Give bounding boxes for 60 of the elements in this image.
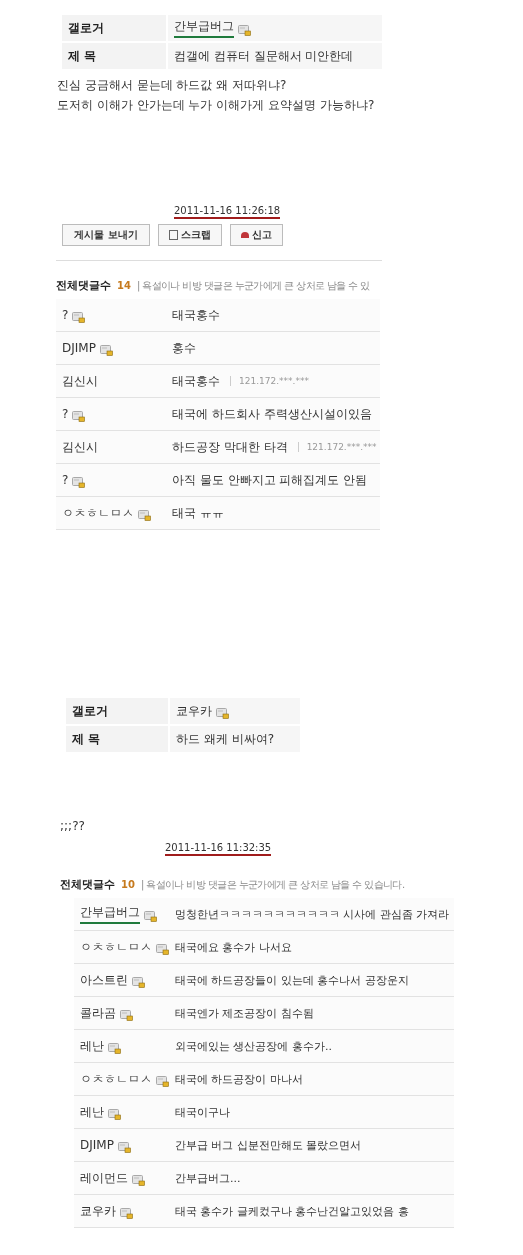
post-text: 도저히 이해가 안가는데 누가 이해가게 요약설명 가능하냐? [57,97,376,113]
comment-text: 외국에있는 생산공장에 홍수가.. [175,1038,332,1054]
post-date: 2011-11-16 11:32:35 [165,842,272,856]
comment-text: 간부급 버그 십분전만해도 몰랐으면서 [175,1137,362,1153]
comment-author: 레난 [80,1103,104,1121]
report-button[interactable]: 신고 [230,224,283,246]
field-value: 컴갤에 컴퓨터 질문해서 미안한데 [174,47,354,65]
alarm-icon [241,232,249,238]
comment-author: DJIMP [62,341,96,355]
field-label: 제 목 [66,726,168,752]
field-label: 갤로거 [66,698,168,724]
comment-author: 레이먼드 [80,1169,128,1187]
field-value: 하드 왜케 비싸여? [176,730,274,748]
comment-text: 태국엔가 제조공장이 침수됨 [175,1005,314,1021]
field-label: 갤로거 [62,15,166,41]
comment-author: 김신시 [62,372,98,390]
comment-text: 간부급버그... [175,1170,241,1186]
comment-text: 아직 물도 안빠지고 피해집계도 안됨 [172,471,368,489]
comment-author: 쿄우카 [80,1202,116,1220]
comment-text: 태국홍수 [172,372,220,390]
comment-author: ? [62,473,69,487]
comment-text: 태국에 하드공장이 마나서 [175,1071,303,1087]
comment-author: 간부급버그 [80,904,140,924]
ip-address: 121.172.***.*** [297,442,377,452]
comment-author: DJIMP [80,1138,114,1152]
comment-author: 콜라곰 [80,1004,116,1022]
comment-text: 태국에 하드공장들이 있는데 홍수나서 공장운지 [175,972,409,988]
comment-author: 아스트린 [80,971,128,989]
comment-notice: | 욕설이나 비방 댓글은 누군가에게 큰 상처로 남을 수 있 [136,279,370,293]
comment-author: ? [62,308,69,322]
comment-count: 10 [121,879,135,890]
comment-text: 태국에요 홍수가 나서요 [175,939,292,955]
comment-author: ㅇㅊㅎㄴㅁㅅ [80,1070,152,1088]
post-date: 2011-11-16 11:26:18 [174,205,281,219]
comment-text: 멍청한년ㅋㅋㅋㅋㅋㅋㅋㅋㅋㅋㅋ 시사에 관심좀 가져라 [175,906,450,922]
comment-text: 태국홍수 [172,306,220,324]
scrap-button[interactable]: 스크랩 [158,224,222,246]
comment-text: 홍수 [172,339,196,357]
comment-count: 14 [117,280,131,291]
comment-count-label: 전체댓글수 [56,278,111,293]
ip-address: 121.172.***.*** [230,376,309,386]
field-value: 쿄우카 [176,702,212,720]
comment-text: 태국 홍수가 글케컸구나 홍수난건알고있었음 흥 [175,1203,409,1219]
field-value: 간부급버그 [174,18,234,38]
post-text: 진심 궁금해서 묻는데 하드값 왜 저따위냐? [57,77,288,93]
comment-author: ㅇㅊㅎㄴㅁㅅ [62,504,134,522]
comment-text: 태국이구나 [175,1104,230,1120]
comment-count-label: 전체댓글수 [60,877,115,892]
comment-notice: | 욕설이나 비방 댓글은 누군가에게 큰 상처로 남을 수 있습니다. [140,878,405,892]
field-label: 제 목 [62,43,166,69]
send-button[interactable]: 게시물 보내기 [62,224,150,246]
comment-text: 태국에 하드회사 주력생산시설이있음 [172,405,372,423]
comment-author: 김신시 [62,438,98,456]
comment-author: ? [62,407,69,421]
comment-author: 레난 [80,1037,104,1055]
comment-text: 하드공장 막대한 타격 [172,438,288,456]
comment-author: ㅇㅊㅎㄴㅁㅅ [80,938,152,956]
post-text: ;;;?? [60,818,86,834]
document-icon [169,230,178,240]
comment-text: 태국 ㅠㅠ [172,504,224,522]
